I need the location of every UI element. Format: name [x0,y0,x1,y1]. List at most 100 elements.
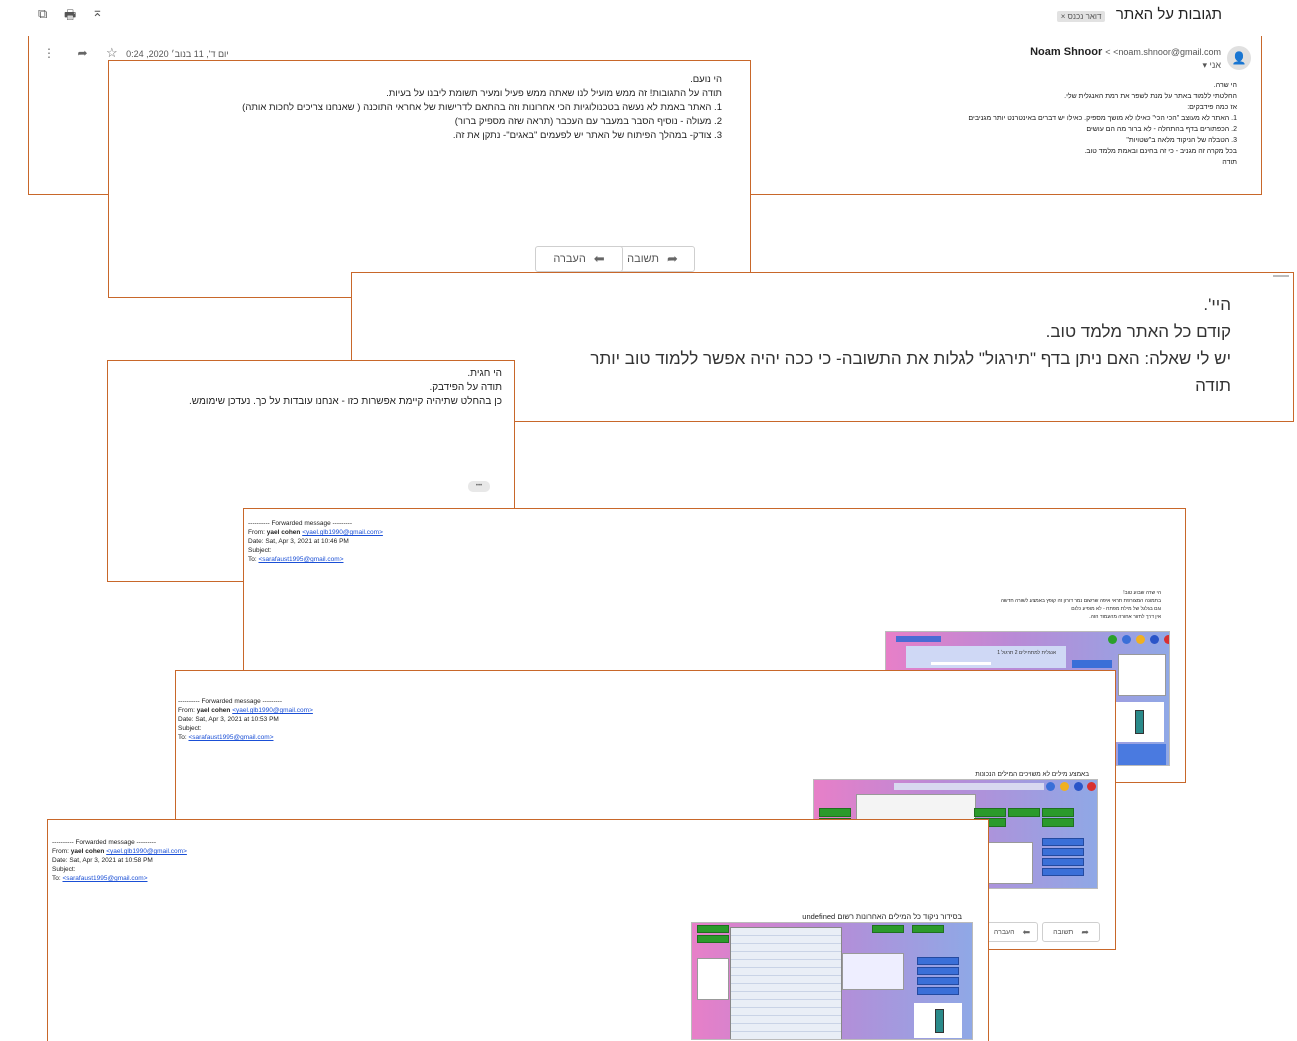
forwarded-message-3: ---------- Forwarded message --------- F… [47,819,989,1041]
screenshot-green-button [697,935,729,943]
screenshot-icon [1122,635,1131,644]
forward1-body: הי שרה שבוע טוב! בתמונה המצורפת תראי איפ… [901,589,1161,621]
reply-body: הי נועם. תודה על התגובות! זה ממש מועיל ל… [122,73,722,143]
from-name: yael cohen [70,848,105,855]
from-email[interactable]: <yael.glb1990@gmail.com> [232,707,313,714]
body-line: הי שרה. [1213,82,1237,89]
forward-headers: ---------- Forwarded message --------- F… [248,520,383,563]
screenshot-blue-button [917,977,959,985]
subject-line: תגובות על האתר דואר נכנס × [1056,6,1222,24]
reply-icon: ➦ [1081,926,1089,937]
inbox-label-chip[interactable]: דואר נכנס × [1056,11,1106,22]
show-trimmed-button[interactable]: ••• [468,481,490,492]
screenshot-button [1072,660,1112,668]
screenshot-progress [931,662,991,665]
forward-button[interactable]: ⬅ העברה [986,922,1038,942]
screenshot-icon [1060,782,1069,791]
body-line: קודם כל האתר מלמד טוב. [1045,322,1231,341]
from-email[interactable]: <yael.glb1990@gmail.com> [106,848,187,855]
forward-date: Date: Sat, Apr 3, 2021 at 10:46 PM [248,538,349,545]
attached-screenshot-3[interactable] [691,922,973,1040]
forward-icon: ⬅ [593,251,605,266]
body-line: היי'. [1203,295,1231,314]
screenshot-green-button [1042,818,1074,827]
screenshot-blue-button [1042,868,1084,876]
screenshot-icon [1074,782,1083,791]
body-line: הי שרה שבוע טוב! [1123,590,1161,596]
forward-header: ---------- Forwarded message --------- [248,520,352,527]
screenshot-figure [935,1009,944,1033]
from-email[interactable]: <yael.glb1990@gmail.com> [302,529,383,536]
body-line: 3. צודק- במהלך הפיתוח של האתר יש לפעמים … [452,130,722,141]
to-email[interactable]: <sarafaust1995@gmail.com> [188,734,273,741]
screenshot-icon [1150,635,1159,644]
toolbar-icons: ⧉ 🖶 ⌅ [38,4,108,24]
screenshot-blue-button [917,967,959,975]
screenshot-blue-button [917,987,959,995]
screenshot-blue-button [1042,848,1084,856]
sender-info: Noam Shnoor < <noam.shnoor@gmail.com [1030,46,1221,58]
body-line: בכל מקרה זה מגניב - כי זה בחינם ובאמת מל… [1084,148,1237,155]
forward-headers: ---------- Forwarded message --------- F… [178,698,313,741]
screenshot-figure [1135,710,1144,734]
reply-to-noam: הי נועם. תודה על התגובות! זה ממש מועיל ל… [108,60,751,298]
from-name: yael cohen [196,707,231,714]
forward2-body: באמצע מילים לא משויכים המילים הנכונות [975,771,1089,778]
forward-icon[interactable]: ➦ [77,46,87,60]
body-line: החלטתי ללמוד באתר על מנת לשפר את רמת האנ… [1064,93,1237,100]
reply2-body: הי חגית. תודה על הפידבק. כן בהחלט שתיהיה… [108,367,502,409]
forward-header: ---------- Forwarded message --------- [178,698,282,705]
screenshot-icon [1136,635,1145,644]
body-line: אין דרך לחזור אחורה מהעמוד הזה. [1089,614,1161,620]
screenshot-green-button [872,925,904,933]
to-email[interactable]: <sarafaust1995@gmail.com> [258,556,343,563]
forward-icon: ⬅ [1022,926,1031,937]
screenshot-green-button [1008,808,1040,817]
reply-button-label: תשובה [1053,928,1074,936]
reply-icon: ➦ [666,251,678,266]
forward-subject: Subject: [52,866,76,873]
open-new-window-icon[interactable]: ⧉ [38,6,47,22]
forward-button[interactable]: ⬅ העברה [535,246,623,272]
body-line: כן בהחלט שתיהיה קיימת אפשרות כזו - אנחנו… [189,396,502,407]
screenshot-blue-button [1042,838,1084,846]
body-line: הי חגית. [467,368,502,379]
screenshot-green-button [912,925,944,933]
to-email[interactable]: <sarafaust1995@gmail.com> [62,875,147,882]
sender-name: Noam Shnoor [1030,46,1103,58]
forward3-body: בסידור ניקוד כל המילים האחרונות רשום und… [802,912,962,921]
body-line: אז כמה פידבקים: [1187,104,1237,111]
screenshot-icon [1046,782,1055,791]
body-line: 2. מעולה - נוסיף הסבר במעבר עם העכבר (תר… [454,116,722,127]
body-line: בתמונה המצורפת תראי איפה שרשום נמר דורון… [1000,598,1161,604]
screenshot-icon [1087,782,1096,791]
reply-button-label: תשובה [627,253,659,265]
forward-date: Date: Sat, Apr 3, 2021 at 10:53 PM [178,716,279,723]
scroll-indicator[interactable] [1273,275,1289,277]
forward-header: ---------- Forwarded message --------- [52,839,156,846]
screenshot-green-button [974,808,1006,817]
sender-email: <noam.shnoor@gmail.com [1113,47,1221,57]
to-line[interactable]: אני ▾ [1202,60,1221,71]
print-icon[interactable]: 🖶 [64,6,76,28]
screenshot-table [730,927,842,1039]
body-line: הי נועם. [690,74,722,85]
message-body: הי שרה. החלטתי ללמוד באתר על מנת לשפר את… [677,80,1237,168]
screenshot-caption: אנגלית למתחילים 2 תרגול 1 [997,650,1056,656]
reply-button[interactable]: ➦ תשובה [1042,922,1100,942]
collapse-icon[interactable]: ⌅ [92,4,103,20]
body-line: 3. הטבלה של הניקוד מלאה ב"שטויות" [1126,137,1237,144]
subject-title: תגובות על האתר [1115,6,1222,23]
screenshot-blue-button [917,957,959,965]
body-line: 1. האתר לא מעוצב "הכי הכי" כאילו לא מושך… [968,115,1237,122]
screenshot-green-button [1042,808,1074,817]
body-line: וגם בגלגל של מילת מפתח - לא מופיע כלום [1071,606,1161,612]
more-options-icon[interactable]: ⋮ [43,46,55,60]
screenshot-list [1118,654,1166,696]
from-name: yael cohen [266,529,301,536]
screenshot-side-panel [697,958,729,1000]
body-line: תודה על התגובות! זה ממש מועיל לנו שאתה מ… [386,88,722,99]
star-icon[interactable]: ☆ [106,45,118,60]
forward-button-label: העברה [993,928,1015,936]
forward-headers: ---------- Forwarded message --------- F… [52,839,187,882]
